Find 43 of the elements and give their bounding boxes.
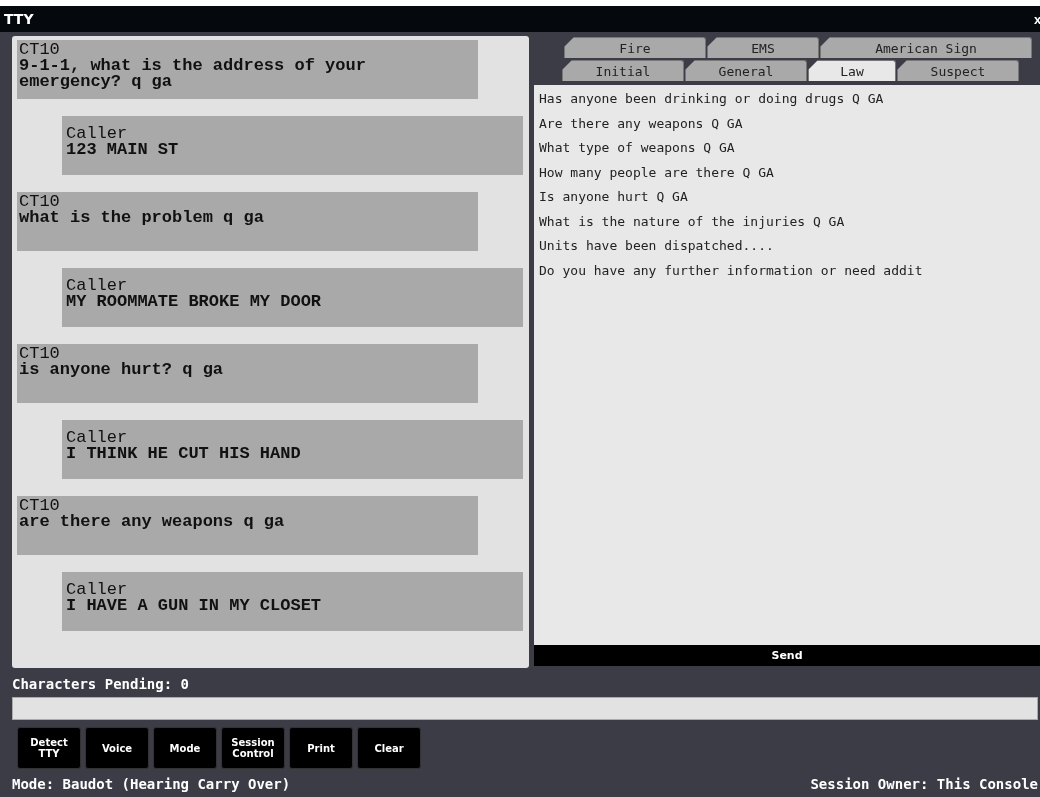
tab[interactable]: Suspect: [897, 60, 1019, 81]
sender-name: Caller: [66, 430, 129, 446]
tab[interactable]: Law: [808, 60, 896, 81]
action-button[interactable]: Session Control: [221, 727, 285, 769]
phrase-item[interactable]: Has anyone been drinking or doing drugs Q GA: [539, 87, 1035, 112]
tab[interactable]: Fire: [564, 37, 706, 58]
message-text: what is the problem q ga: [19, 210, 265, 226]
message-text: 123 MAIN ST: [66, 142, 180, 158]
phrase-item[interactable]: Are there any weapons Q GA: [539, 111, 1035, 136]
sender-name: CT10: [19, 42, 61, 58]
message-text: I THINK HE CUT HIS HAND: [66, 446, 302, 462]
message-text: 9-1-1, what is the address of your emergency? q ga: [19, 58, 367, 90]
tab[interactable]: EMS: [707, 37, 819, 58]
phrase-item[interactable]: What is the nature of the injuries Q GA: [539, 209, 1035, 234]
session-owner: Session Owner: This Console: [810, 776, 1038, 792]
sender-name: Caller: [66, 126, 129, 142]
sender-name: Caller: [66, 278, 129, 294]
phrase-item[interactable]: How many people are there Q GA: [539, 160, 1035, 185]
phrase-item[interactable]: Do you have any further information or need addit: [539, 258, 1035, 283]
message-text: is anyone hurt? q ga: [19, 362, 225, 378]
action-button[interactable]: Detect TTY: [17, 727, 81, 769]
tab[interactable]: American Sign: [820, 37, 1032, 58]
action-button[interactable]: Voice: [85, 727, 149, 769]
input-field[interactable]: [12, 697, 1038, 720]
action-button[interactable]: Clear: [357, 727, 421, 769]
window-title: TTY: [4, 11, 34, 27]
action-button[interactable]: Print: [289, 727, 353, 769]
sender-name: Caller: [66, 582, 129, 598]
sender-name: CT10: [19, 194, 61, 210]
action-button[interactable]: Mode: [153, 727, 217, 769]
sender-name: CT10: [19, 498, 61, 514]
message-text: are there any weapons q ga: [19, 514, 286, 530]
tab[interactable]: Initial: [562, 60, 684, 81]
send-button[interactable]: Send: [534, 645, 1040, 666]
message-text: MY ROOMMATE BROKE MY DOOR: [66, 294, 323, 310]
mode-status: Mode: Baudot (Hearing Carry Over): [12, 776, 291, 792]
message-text: I HAVE A GUN IN MY CLOSET: [66, 598, 323, 614]
phrase-item[interactable]: What type of weapons Q GA: [539, 136, 1035, 161]
phrase-item[interactable]: Units have been dispatched....: [539, 234, 1035, 259]
phrase-item[interactable]: Is anyone hurt Q GA: [539, 185, 1035, 210]
sender-name: CT10: [19, 346, 61, 362]
characters-pending: Characters Pending: 0: [12, 676, 189, 692]
tab[interactable]: General: [685, 60, 807, 81]
